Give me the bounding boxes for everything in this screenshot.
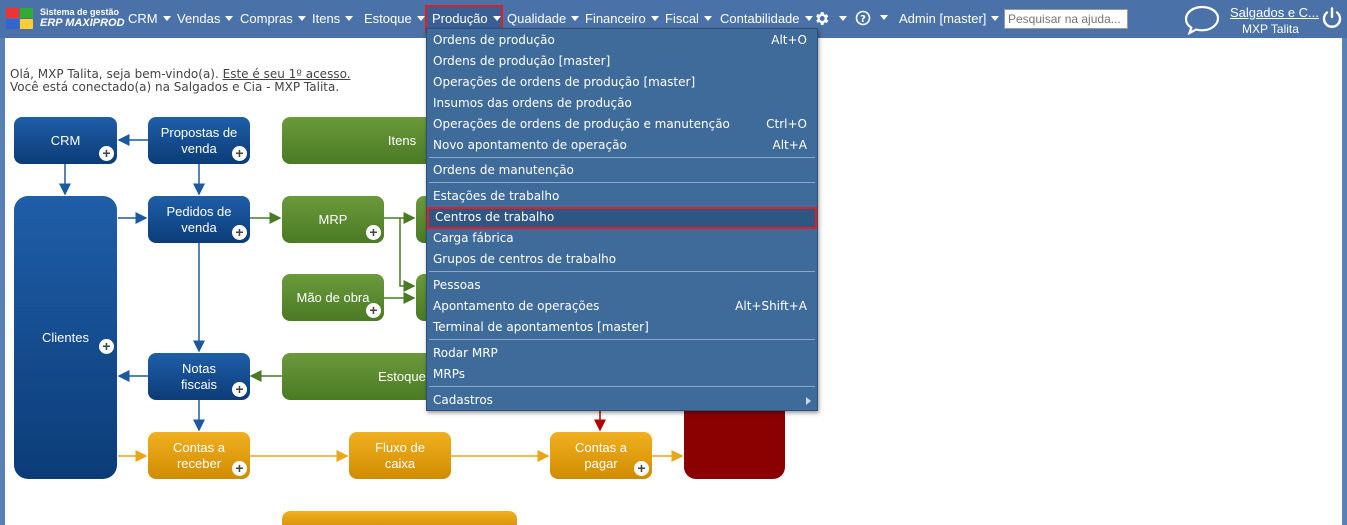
menu-item-novo-apontamento[interactable]: Novo apontamento de operação Alt+A	[427, 135, 817, 155]
flow-fluxo-caixa-label: Fluxo de caixa	[375, 439, 425, 471]
menu-item-label: Insumos das ordens de produção	[433, 96, 632, 110]
flow-pedidos[interactable]: Pedidos de venda +	[148, 196, 250, 243]
menu-separator	[429, 271, 815, 272]
flow-contas-receber[interactable]: Contas a receber +	[148, 432, 250, 479]
menu-item-terminal-apontamentos[interactable]: Terminal de apontamentos [master]	[427, 317, 817, 337]
menu-separator	[429, 182, 815, 183]
menu-item-carga-fabrica[interactable]: Carga fábrica	[427, 228, 817, 248]
add-icon[interactable]: +	[366, 225, 381, 240]
flow-notas[interactable]: Notas fiscais +	[148, 353, 250, 400]
flow-mao-obra-label: Mão de obra	[296, 289, 370, 305]
flow-bottom-block	[282, 511, 517, 525]
menu-item-label: Operações de ordens de produção [master]	[433, 75, 696, 89]
add-icon[interactable]: +	[99, 146, 114, 161]
menu-item-apontamento-operacoes[interactable]: Apontamento de operações Alt+Shift+A	[427, 296, 817, 316]
menu-item-label: Cadastros	[433, 393, 493, 407]
flow-mrp[interactable]: MRP +	[282, 196, 384, 243]
add-icon[interactable]: +	[99, 339, 114, 354]
flow-mrp-label: MRP	[318, 211, 348, 227]
add-icon[interactable]: +	[232, 382, 247, 397]
add-icon[interactable]: +	[232, 225, 247, 240]
menu-item-label: Estações de trabalho	[433, 189, 560, 203]
menu-item-label: Ordens de produção	[433, 33, 555, 47]
menu-item-label: Ordens de produção [master]	[433, 54, 611, 68]
menu-item-label: Operações de ordens de produção e manute…	[433, 117, 730, 131]
flow-estoque-label: Estoque	[378, 368, 426, 384]
menu-item-operacoes-manutencao[interactable]: Operações de ordens de produção e manute…	[427, 114, 817, 134]
menu-separator	[429, 339, 815, 340]
flow-mao-obra[interactable]: Mão de obra +	[282, 274, 384, 321]
add-icon[interactable]: +	[232, 461, 247, 476]
menu-separator	[429, 157, 815, 158]
chevron-right-icon	[806, 397, 811, 405]
menu-item-insumos[interactable]: Insumos das ordens de produção	[427, 93, 817, 113]
menu-item-label: MRPs	[433, 367, 465, 381]
menu-item-operacoes-ordens-master[interactable]: Operações de ordens de produção [master]	[427, 72, 817, 92]
add-icon[interactable]: +	[366, 303, 381, 318]
menu-item-pessoas[interactable]: Pessoas	[427, 275, 817, 295]
menu-item-shortcut: Alt+O	[771, 33, 807, 47]
menu-item-mrps[interactable]: MRPs	[427, 364, 817, 384]
flow-clientes-label: Clientes	[42, 329, 89, 345]
menu-item-label: Ordens de manutenção	[433, 163, 574, 177]
menu-item-rodar-mrp[interactable]: Rodar MRP	[427, 343, 817, 363]
flow-propostas[interactable]: Propostas de venda +	[148, 117, 250, 164]
flow-clientes[interactable]: Clientes +	[14, 196, 117, 479]
menu-item-shortcut: Alt+Shift+A	[735, 299, 807, 313]
menu-item-estacoes-trabalho[interactable]: Estações de trabalho	[427, 186, 817, 206]
producao-dropdown-menu: Ordens de produção Alt+O Ordens de produç…	[426, 28, 818, 411]
menu-item-shortcut: Ctrl+O	[766, 117, 807, 131]
menu-item-cadastros[interactable]: Cadastros	[427, 390, 817, 410]
flow-red-block	[684, 405, 785, 479]
menu-item-label: Rodar MRP	[433, 346, 498, 360]
menu-item-ordens-manutencao[interactable]: Ordens de manutenção	[427, 160, 817, 180]
flow-itens-label: Itens	[387, 132, 417, 148]
add-icon[interactable]: +	[232, 146, 247, 161]
add-icon[interactable]: +	[634, 461, 649, 476]
flow-contas-pagar[interactable]: Contas a pagar +	[550, 432, 652, 479]
menu-separator	[429, 386, 815, 387]
menu-item-label: Carga fábrica	[433, 231, 514, 245]
menu-item-label: Terminal de apontamentos [master]	[433, 320, 649, 334]
flow-crm-label: CRM	[50, 132, 81, 148]
menu-item-label: Centros de trabalho	[435, 210, 555, 224]
menu-item-label: Novo apontamento de operação	[433, 138, 627, 152]
menu-item-label: Grupos de centros de trabalho	[433, 252, 617, 266]
menu-item-shortcut: Alt+A	[772, 138, 807, 152]
menu-item-ordens-producao-master[interactable]: Ordens de produção [master]	[427, 51, 817, 71]
menu-item-ordens-producao[interactable]: Ordens de produção Alt+O	[427, 30, 817, 50]
menu-item-grupos-centros[interactable]: Grupos de centros de trabalho	[427, 249, 817, 269]
menu-item-centros-trabalho[interactable]: Centros de trabalho	[427, 207, 817, 229]
menu-item-label: Pessoas	[433, 278, 481, 292]
flow-crm[interactable]: CRM +	[14, 117, 117, 164]
menu-item-label: Apontamento de operações	[433, 299, 600, 313]
flow-fluxo-caixa[interactable]: Fluxo de caixa	[349, 432, 451, 479]
